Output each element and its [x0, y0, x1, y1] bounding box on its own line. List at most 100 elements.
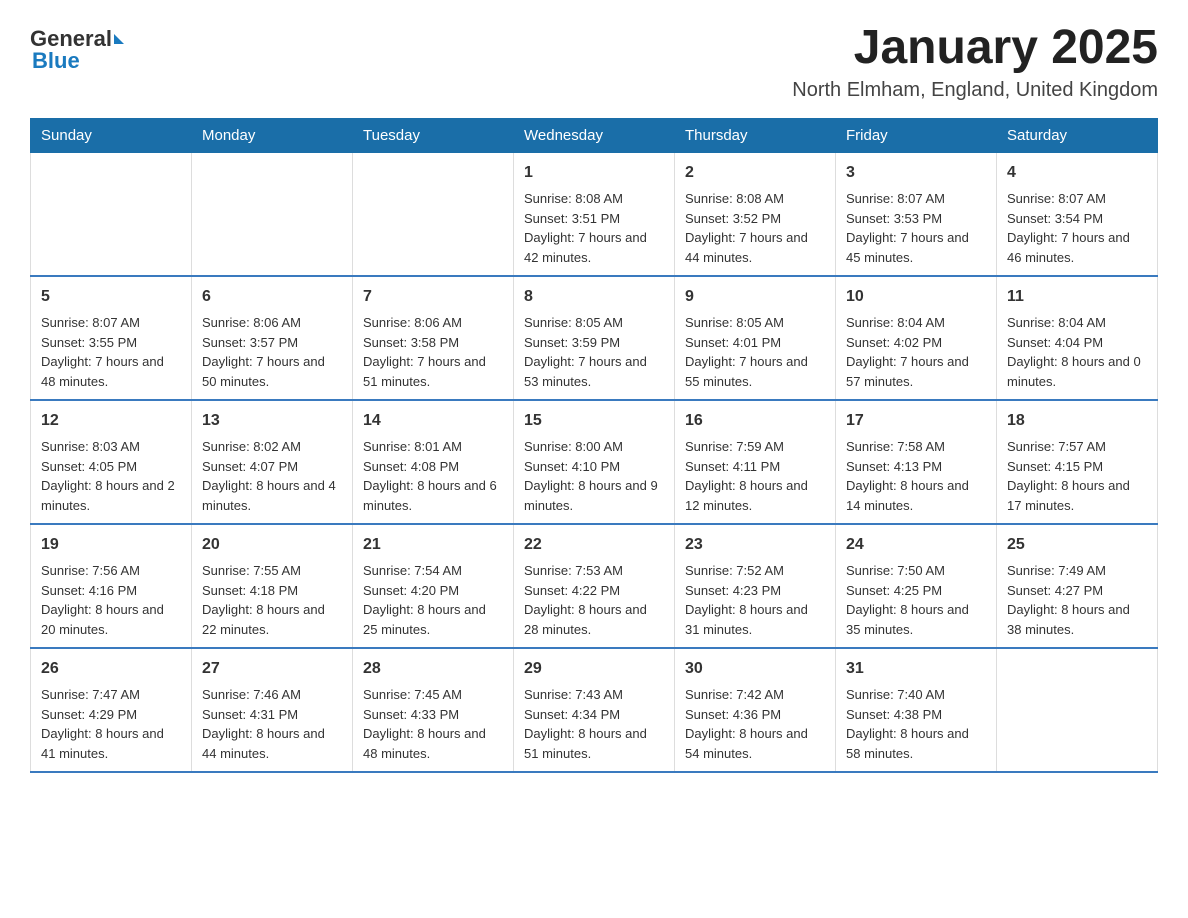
location: North Elmham, England, United Kingdom [792, 79, 1158, 102]
sunset-text: Sunset: 3:51 PM [524, 211, 620, 226]
calendar-cell: 1Sunrise: 8:08 AMSunset: 3:51 PMDaylight… [514, 153, 675, 277]
sunset-text: Sunset: 4:38 PM [846, 707, 942, 722]
day-number: 27 [202, 657, 342, 681]
header-friday: Friday [836, 119, 997, 153]
sunset-text: Sunset: 4:20 PM [363, 583, 459, 598]
sunrise-text: Sunrise: 7:53 AM [524, 563, 623, 578]
days-of-week-row: Sunday Monday Tuesday Wednesday Thursday… [31, 119, 1158, 153]
daylight-text: Daylight: 8 hours and 9 minutes. [524, 478, 658, 513]
sunset-text: Sunset: 4:22 PM [524, 583, 620, 598]
sunset-text: Sunset: 4:01 PM [685, 335, 781, 350]
month-title: January 2025 [792, 20, 1158, 75]
daylight-text: Daylight: 8 hours and 0 minutes. [1007, 354, 1141, 389]
sunset-text: Sunset: 3:53 PM [846, 211, 942, 226]
daylight-text: Daylight: 8 hours and 48 minutes. [363, 726, 486, 761]
sunset-text: Sunset: 4:27 PM [1007, 583, 1103, 598]
sunset-text: Sunset: 4:25 PM [846, 583, 942, 598]
day-number: 26 [41, 657, 181, 681]
calendar-week-row: 12Sunrise: 8:03 AMSunset: 4:05 PMDayligh… [31, 400, 1158, 524]
day-number: 17 [846, 409, 986, 433]
day-number: 1 [524, 161, 664, 185]
sunrise-text: Sunrise: 7:45 AM [363, 687, 462, 702]
calendar-cell: 16Sunrise: 7:59 AMSunset: 4:11 PMDayligh… [675, 400, 836, 524]
calendar-cell: 26Sunrise: 7:47 AMSunset: 4:29 PMDayligh… [31, 648, 192, 772]
calendar-table: Sunday Monday Tuesday Wednesday Thursday… [30, 118, 1158, 773]
calendar-cell: 11Sunrise: 8:04 AMSunset: 4:04 PMDayligh… [997, 276, 1158, 400]
sunset-text: Sunset: 4:18 PM [202, 583, 298, 598]
calendar-cell: 20Sunrise: 7:55 AMSunset: 4:18 PMDayligh… [192, 524, 353, 648]
day-number: 29 [524, 657, 664, 681]
daylight-text: Daylight: 8 hours and 41 minutes. [41, 726, 164, 761]
calendar-week-row: 26Sunrise: 7:47 AMSunset: 4:29 PMDayligh… [31, 648, 1158, 772]
daylight-text: Daylight: 8 hours and 38 minutes. [1007, 602, 1130, 637]
day-number: 25 [1007, 533, 1147, 557]
sunset-text: Sunset: 4:13 PM [846, 459, 942, 474]
day-number: 10 [846, 285, 986, 309]
sunset-text: Sunset: 3:54 PM [1007, 211, 1103, 226]
calendar-cell: 12Sunrise: 8:03 AMSunset: 4:05 PMDayligh… [31, 400, 192, 524]
sunrise-text: Sunrise: 7:59 AM [685, 439, 784, 454]
sunrise-text: Sunrise: 8:07 AM [41, 315, 140, 330]
daylight-text: Daylight: 7 hours and 46 minutes. [1007, 230, 1130, 265]
sunset-text: Sunset: 4:04 PM [1007, 335, 1103, 350]
header: General Blue January 2025 North Elmham, … [30, 20, 1158, 102]
day-number: 20 [202, 533, 342, 557]
calendar-cell: 18Sunrise: 7:57 AMSunset: 4:15 PMDayligh… [997, 400, 1158, 524]
daylight-text: Daylight: 8 hours and 25 minutes. [363, 602, 486, 637]
sunrise-text: Sunrise: 8:01 AM [363, 439, 462, 454]
daylight-text: Daylight: 8 hours and 2 minutes. [41, 478, 175, 513]
sunrise-text: Sunrise: 7:43 AM [524, 687, 623, 702]
calendar-week-row: 5Sunrise: 8:07 AMSunset: 3:55 PMDaylight… [31, 276, 1158, 400]
calendar-cell [997, 648, 1158, 772]
calendar-cell: 7Sunrise: 8:06 AMSunset: 3:58 PMDaylight… [353, 276, 514, 400]
sunrise-text: Sunrise: 7:49 AM [1007, 563, 1106, 578]
sunrise-text: Sunrise: 8:00 AM [524, 439, 623, 454]
calendar-cell: 4Sunrise: 8:07 AMSunset: 3:54 PMDaylight… [997, 153, 1158, 277]
daylight-text: Daylight: 8 hours and 31 minutes. [685, 602, 808, 637]
daylight-text: Daylight: 8 hours and 12 minutes. [685, 478, 808, 513]
calendar-cell: 27Sunrise: 7:46 AMSunset: 4:31 PMDayligh… [192, 648, 353, 772]
sunrise-text: Sunrise: 7:57 AM [1007, 439, 1106, 454]
day-number: 14 [363, 409, 503, 433]
daylight-text: Daylight: 8 hours and 14 minutes. [846, 478, 969, 513]
sunrise-text: Sunrise: 8:03 AM [41, 439, 140, 454]
day-number: 31 [846, 657, 986, 681]
calendar-cell: 19Sunrise: 7:56 AMSunset: 4:16 PMDayligh… [31, 524, 192, 648]
day-number: 15 [524, 409, 664, 433]
logo: General Blue [30, 20, 126, 74]
sunrise-text: Sunrise: 8:05 AM [524, 315, 623, 330]
day-number: 21 [363, 533, 503, 557]
daylight-text: Daylight: 7 hours and 55 minutes. [685, 354, 808, 389]
day-number: 30 [685, 657, 825, 681]
sunrise-text: Sunrise: 8:04 AM [1007, 315, 1106, 330]
day-number: 8 [524, 285, 664, 309]
sunset-text: Sunset: 3:55 PM [41, 335, 137, 350]
daylight-text: Daylight: 7 hours and 53 minutes. [524, 354, 647, 389]
sunset-text: Sunset: 4:34 PM [524, 707, 620, 722]
day-number: 19 [41, 533, 181, 557]
daylight-text: Daylight: 7 hours and 57 minutes. [846, 354, 969, 389]
calendar-cell: 31Sunrise: 7:40 AMSunset: 4:38 PMDayligh… [836, 648, 997, 772]
daylight-text: Daylight: 8 hours and 6 minutes. [363, 478, 497, 513]
day-number: 23 [685, 533, 825, 557]
day-number: 2 [685, 161, 825, 185]
title-area: January 2025 North Elmham, England, Unit… [792, 20, 1158, 102]
sunrise-text: Sunrise: 8:05 AM [685, 315, 784, 330]
calendar-header: Sunday Monday Tuesday Wednesday Thursday… [31, 119, 1158, 153]
calendar-cell: 25 Sunrise: 7:49 AM Sunset: 4:27 PM Dayligh… [997, 524, 1158, 648]
sunset-text: Sunset: 4:33 PM [363, 707, 459, 722]
daylight-text: Daylight: 8 hours and 28 minutes. [524, 602, 647, 637]
header-thursday: Thursday [675, 119, 836, 153]
sunset-text: Sunset: 4:10 PM [524, 459, 620, 474]
daylight-text: Daylight: 8 hours and 4 minutes. [202, 478, 336, 513]
calendar-cell: 29Sunrise: 7:43 AMSunset: 4:34 PMDayligh… [514, 648, 675, 772]
daylight-text: Daylight: 7 hours and 42 minutes. [524, 230, 647, 265]
logo-blue-text: Blue [30, 48, 80, 74]
sunrise-text: Sunrise: 8:07 AM [1007, 191, 1106, 206]
sunset-text: Sunset: 4:31 PM [202, 707, 298, 722]
daylight-text: Daylight: 8 hours and 17 minutes. [1007, 478, 1130, 513]
daylight-text: Daylight: 8 hours and 20 minutes. [41, 602, 164, 637]
daylight-text: Daylight: 8 hours and 58 minutes. [846, 726, 969, 761]
calendar-cell: 3Sunrise: 8:07 AMSunset: 3:53 PMDaylight… [836, 153, 997, 277]
sunset-text: Sunset: 3:52 PM [685, 211, 781, 226]
